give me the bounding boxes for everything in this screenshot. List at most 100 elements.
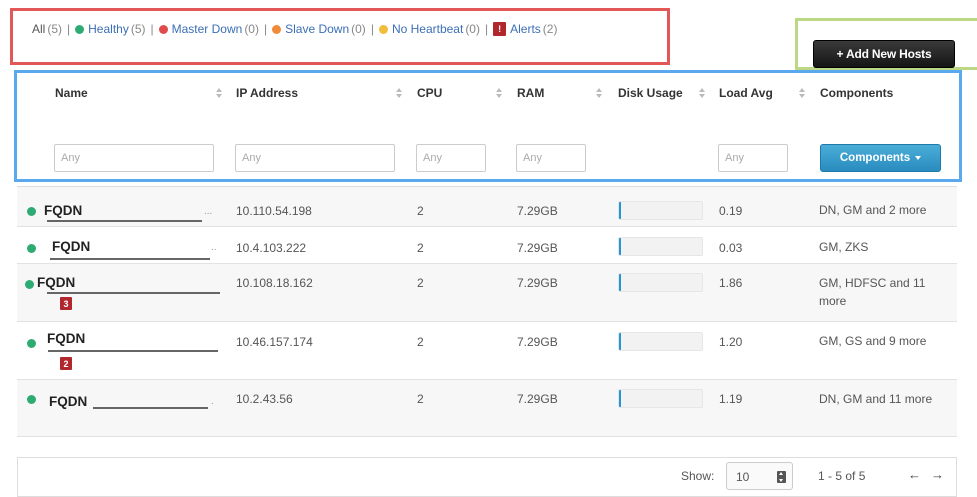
host-load: 0.03 xyxy=(719,241,743,255)
components-button-label: Components xyxy=(839,152,911,164)
pagination-bar xyxy=(17,457,957,497)
table-row: FQDN 3 10.108.18.162 2 7.29GB 1.86 GM, H… xyxy=(17,264,957,322)
host-name-link[interactable]: FQDN xyxy=(44,203,82,218)
filter-alerts-count: (2) xyxy=(542,22,558,36)
host-cpu: 2 xyxy=(417,241,424,255)
redaction-underline xyxy=(47,292,220,294)
redaction-underline xyxy=(93,407,208,409)
host-name-link[interactable]: FQDN xyxy=(52,239,90,254)
filter-alerts-label: Alerts xyxy=(510,22,541,36)
host-components[interactable]: GM, HDFSC and 11 more xyxy=(819,274,954,310)
column-header-ram[interactable]: RAM xyxy=(517,86,544,100)
name-filter-input[interactable] xyxy=(54,144,214,172)
sort-icon[interactable] xyxy=(698,86,706,100)
filter-all[interactable]: All (5) xyxy=(32,22,62,36)
column-header-cpu[interactable]: CPU xyxy=(417,86,442,100)
column-header-ip[interactable]: IP Address xyxy=(236,86,298,100)
host-components[interactable]: GM, GS and 9 more xyxy=(819,332,959,350)
filter-all-label: All xyxy=(32,22,46,36)
page-range: 1 - 5 of 5 xyxy=(818,469,866,483)
host-alert-badge[interactable]: 3 xyxy=(60,297,72,310)
healthy-status-icon xyxy=(27,207,36,216)
disk-usage-fill xyxy=(619,274,622,291)
filter-master-down-label: Master Down xyxy=(171,22,243,36)
filter-slave-down[interactable]: Slave Down (0) xyxy=(272,22,366,36)
host-ram: 7.29GB xyxy=(517,335,558,349)
host-components[interactable]: GM, ZKS xyxy=(819,238,954,256)
healthy-dot-icon xyxy=(75,24,85,34)
filter-all-count: (5) xyxy=(47,22,63,36)
filter-alerts[interactable]: ! Alerts (2) xyxy=(493,22,557,36)
host-ram: 7.29GB xyxy=(517,204,558,218)
page-size-value: 10 xyxy=(736,470,750,484)
host-cpu: 2 xyxy=(417,392,424,406)
separator: | xyxy=(150,22,154,36)
host-cpu: 2 xyxy=(417,276,424,290)
select-spinner-icon xyxy=(777,471,786,483)
redaction-underline xyxy=(48,350,218,352)
host-ip: 10.46.157.174 xyxy=(236,335,313,349)
ip-filter-input[interactable] xyxy=(235,144,395,172)
disk-usage-fill xyxy=(619,238,622,255)
disk-usage-bar xyxy=(618,273,703,292)
host-name-link[interactable]: FQDN xyxy=(49,394,87,409)
filter-slave-down-count: (0) xyxy=(351,22,366,36)
filter-no-heartbeat-count: (0) xyxy=(465,22,480,36)
disk-usage-bar xyxy=(618,332,703,351)
host-components[interactable]: DN, GM and 11 more xyxy=(819,390,954,408)
host-components[interactable]: DN, GM and 2 more xyxy=(819,201,954,219)
column-header-name[interactable]: Name xyxy=(55,86,88,100)
disk-usage-bar xyxy=(618,201,703,220)
caret-down-icon xyxy=(915,156,922,160)
host-ip: 10.2.43.56 xyxy=(236,392,293,406)
truncation-ellipsis: . xyxy=(211,396,214,407)
redaction-underline xyxy=(50,258,210,260)
sort-icon[interactable] xyxy=(595,86,603,100)
filter-master-down[interactable]: Master Down (0) xyxy=(158,22,259,36)
truncation-ellipsis: .. xyxy=(211,242,217,253)
host-name-link[interactable]: FQDN xyxy=(37,275,75,290)
cpu-filter-input[interactable] xyxy=(416,144,486,172)
host-cpu: 2 xyxy=(417,204,424,218)
sort-icon[interactable] xyxy=(798,86,806,100)
sort-icon[interactable] xyxy=(215,86,223,100)
status-filter-bar: All (5) | Healthy (5) | Master Down (0) … xyxy=(32,22,557,36)
clipped-top-text xyxy=(0,0,977,6)
healthy-status-icon xyxy=(27,395,36,404)
next-page-arrow-icon[interactable]: → xyxy=(931,467,944,482)
sort-icon[interactable] xyxy=(395,86,403,100)
column-header-components: Components xyxy=(820,86,894,100)
alert-badge-icon: ! xyxy=(493,22,507,36)
load-filter-input[interactable] xyxy=(718,144,788,172)
host-name-link[interactable]: FQDN xyxy=(47,331,85,346)
ram-filter-input[interactable] xyxy=(516,144,586,172)
host-alert-badge[interactable]: 2 xyxy=(60,357,72,370)
filter-no-heartbeat[interactable]: No Heartbeat (0) xyxy=(378,22,480,36)
host-ip: 10.108.18.162 xyxy=(236,276,313,290)
disk-usage-fill xyxy=(619,333,622,350)
components-filter-button[interactable]: Components xyxy=(820,144,941,172)
host-load: 1.19 xyxy=(719,392,743,406)
host-load: 0.19 xyxy=(719,204,743,218)
filter-no-heartbeat-label: No Heartbeat xyxy=(391,22,464,36)
redaction-underline xyxy=(47,220,202,222)
column-header-load[interactable]: Load Avg xyxy=(719,86,773,100)
disk-usage-bar xyxy=(618,237,703,256)
filter-master-down-count: (0) xyxy=(244,22,259,36)
host-ip: 10.4.103.222 xyxy=(236,241,307,255)
healthy-status-icon xyxy=(27,244,36,253)
host-ip: 10.110.54.198 xyxy=(236,204,312,218)
status-filter-highlight xyxy=(10,8,670,65)
previous-page-arrow-icon[interactable]: ← xyxy=(908,467,921,482)
separator: | xyxy=(370,22,374,36)
filter-healthy[interactable]: Healthy (5) xyxy=(75,22,146,36)
disk-usage-fill xyxy=(619,390,622,407)
no-heartbeat-dot-icon xyxy=(378,24,388,34)
sort-icon[interactable] xyxy=(495,86,503,100)
filter-healthy-count: (5) xyxy=(130,22,146,36)
show-label: Show: xyxy=(681,469,715,483)
hosts-table: FQDN ... 10.110.54.198 2 7.29GB 0.19 DN,… xyxy=(17,186,959,437)
page-size-select[interactable]: 10 xyxy=(726,462,793,490)
column-header-disk[interactable]: Disk Usage xyxy=(618,86,683,100)
add-new-hosts-button[interactable]: + Add New Hosts xyxy=(813,40,955,68)
